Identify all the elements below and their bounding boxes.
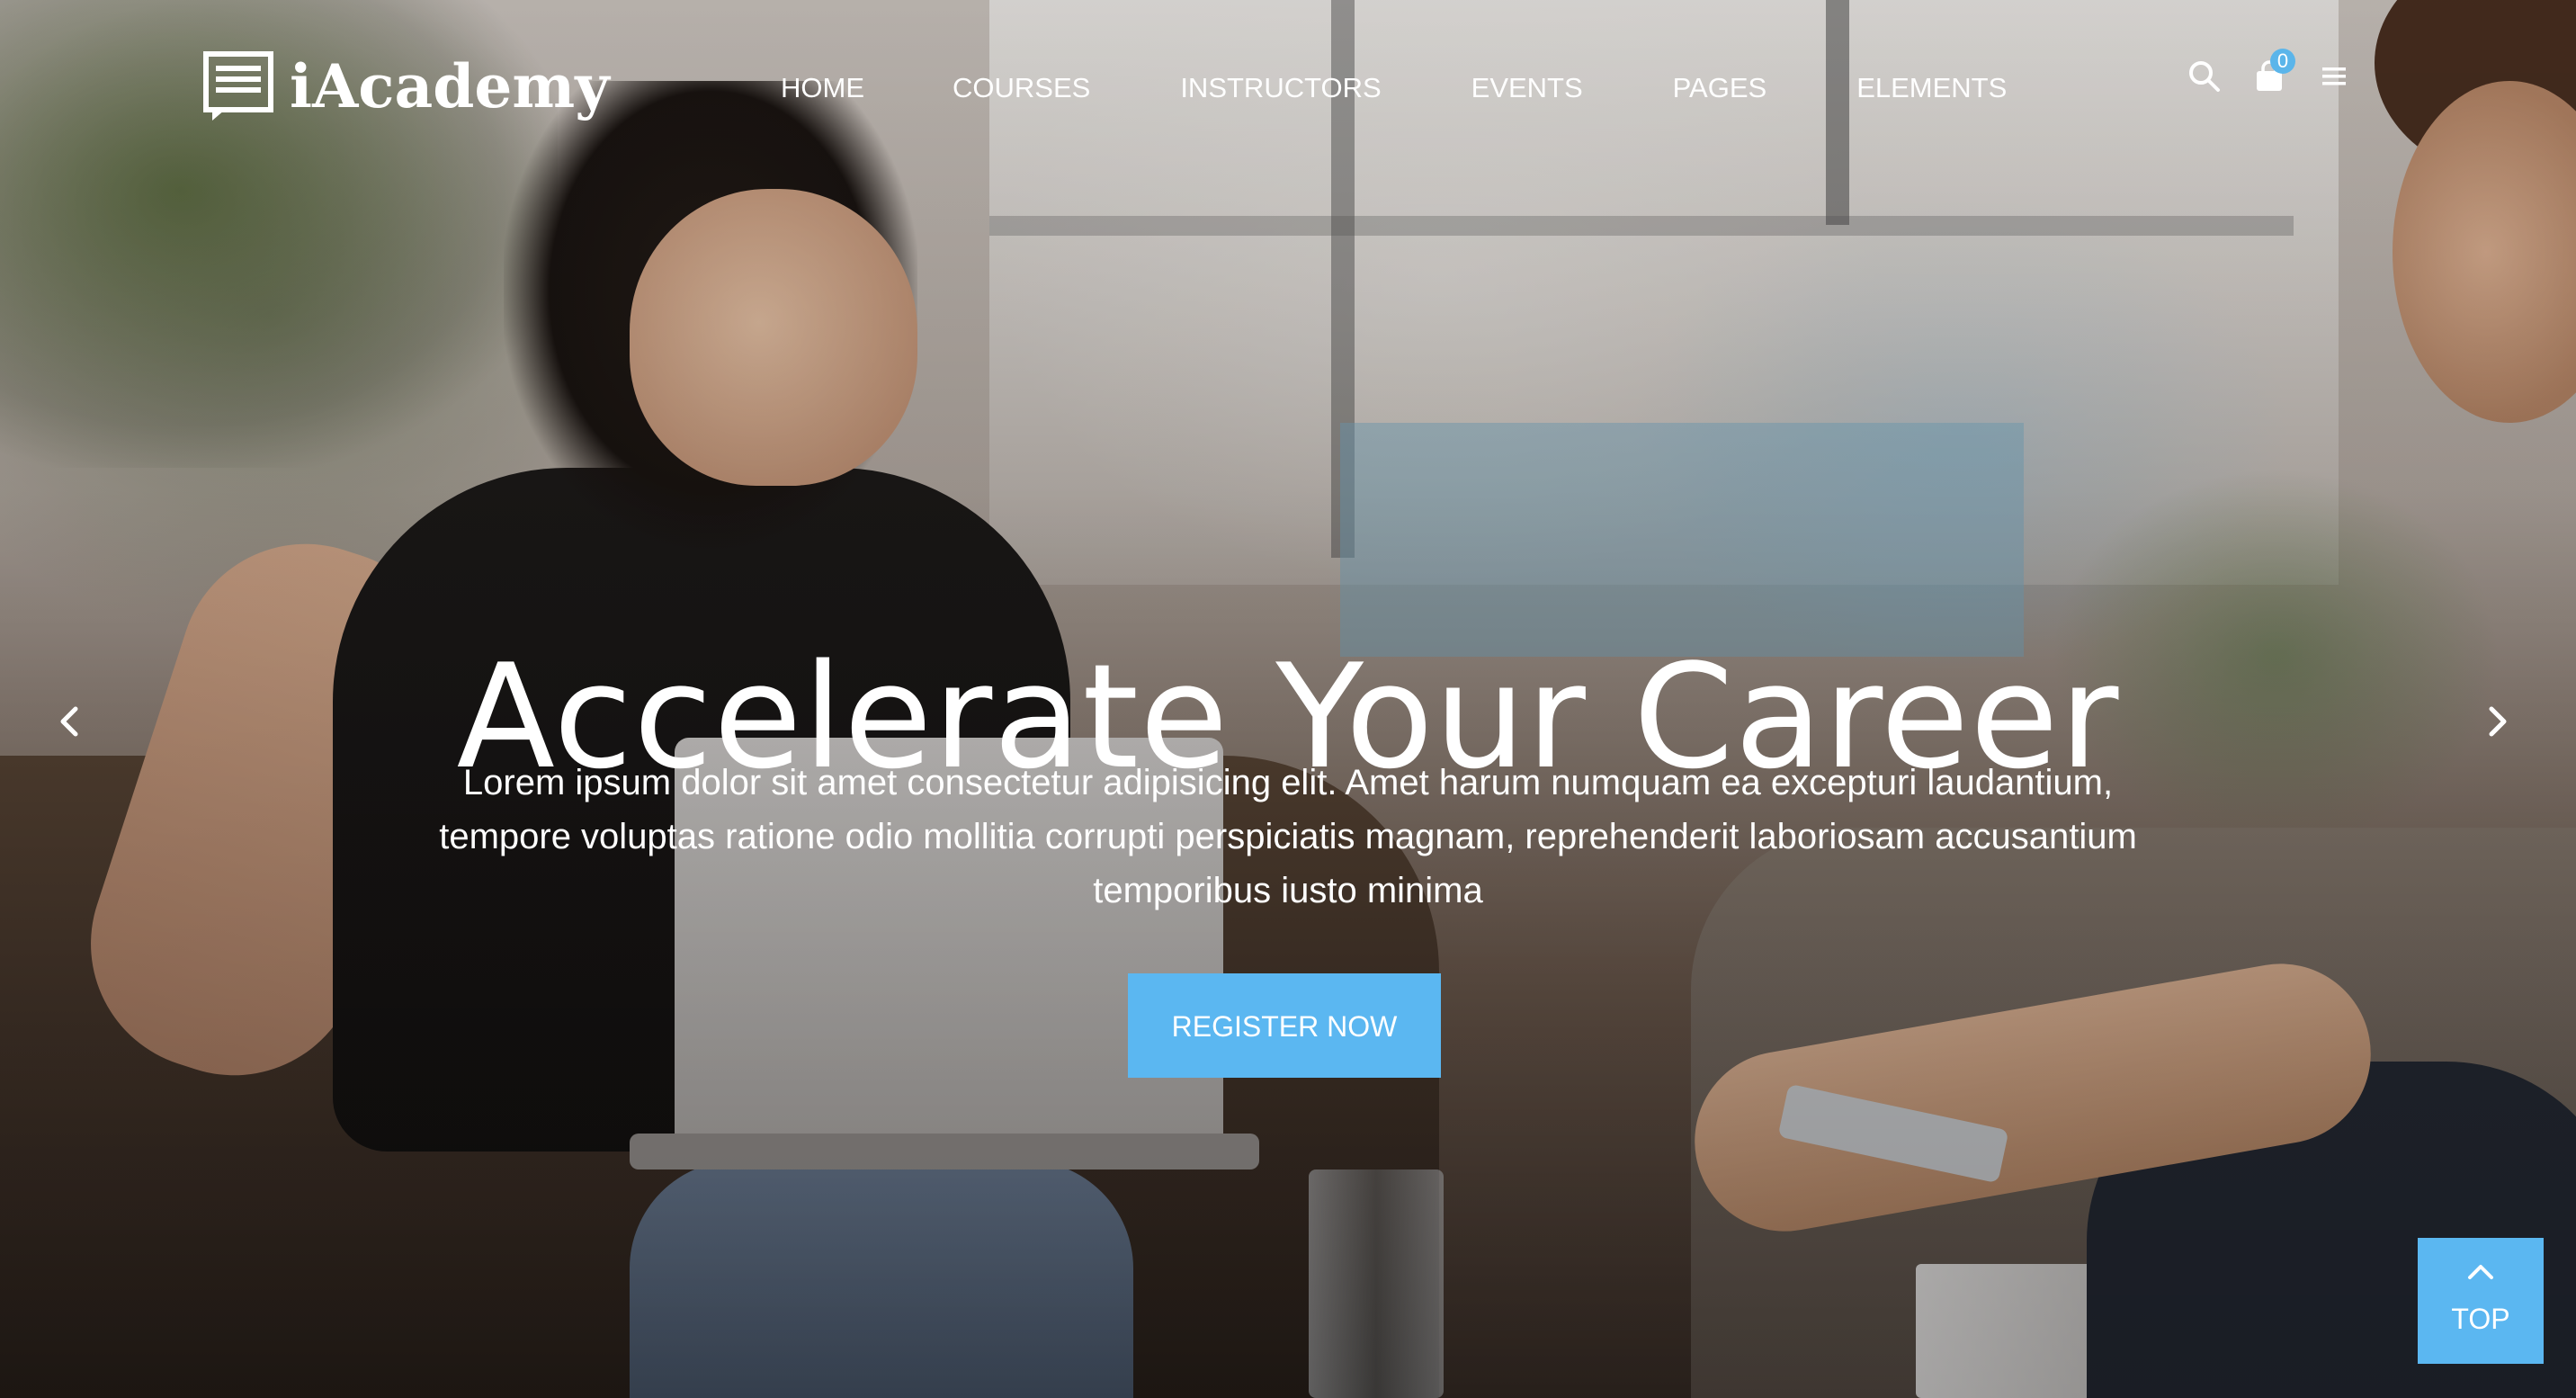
back-to-top-label: TOP xyxy=(2451,1303,2510,1335)
register-now-button[interactable]: REGISTER NOW xyxy=(1128,973,1441,1078)
logo-text: iAcademy xyxy=(290,51,610,121)
hero-description-line: tempore voluptas ratione odio mollitia c… xyxy=(439,817,2137,856)
hero-description-line: temporibus iusto minima xyxy=(1093,871,1483,910)
search-icon xyxy=(2189,61,2220,92)
main-nav: HOME COURSES INSTRUCTORS EVENTS PAGES EL… xyxy=(761,63,2007,113)
chevron-up-icon xyxy=(2468,1265,2493,1279)
menu-button[interactable] xyxy=(2317,59,2351,94)
site-logo[interactable]: iAcademy xyxy=(203,49,610,124)
site-header: iAcademy HOME COURSES INSTRUCTORS EVENTS… xyxy=(0,0,2576,180)
hamburger-menu-icon xyxy=(2322,67,2346,85)
hero-slider: iAcademy HOME COURSES INSTRUCTORS EVENTS… xyxy=(0,0,2576,1398)
nav-item-elements[interactable]: ELEMENTS xyxy=(1856,63,2007,113)
cart-button[interactable]: 0 xyxy=(2252,49,2295,94)
hero-description: Lorem ipsum dolor sit amet consectetur a… xyxy=(389,756,2187,918)
hero-description-line: Lorem ipsum dolor sit amet consectetur a… xyxy=(462,763,2114,802)
nav-item-events[interactable]: EVENTS xyxy=(1471,63,1583,113)
header-actions: 0 xyxy=(2187,49,2351,94)
logo-document-icon xyxy=(203,51,273,121)
nav-item-home[interactable]: HOME xyxy=(781,63,864,113)
cart-count-badge: 0 xyxy=(2270,49,2295,74)
nav-item-instructors[interactable]: INSTRUCTORS xyxy=(1180,63,1381,113)
search-button[interactable] xyxy=(2187,59,2222,94)
nav-item-pages[interactable]: PAGES xyxy=(1673,63,1767,113)
back-to-top-button[interactable]: TOP xyxy=(2418,1238,2544,1364)
nav-item-courses[interactable]: COURSES xyxy=(953,63,1090,113)
